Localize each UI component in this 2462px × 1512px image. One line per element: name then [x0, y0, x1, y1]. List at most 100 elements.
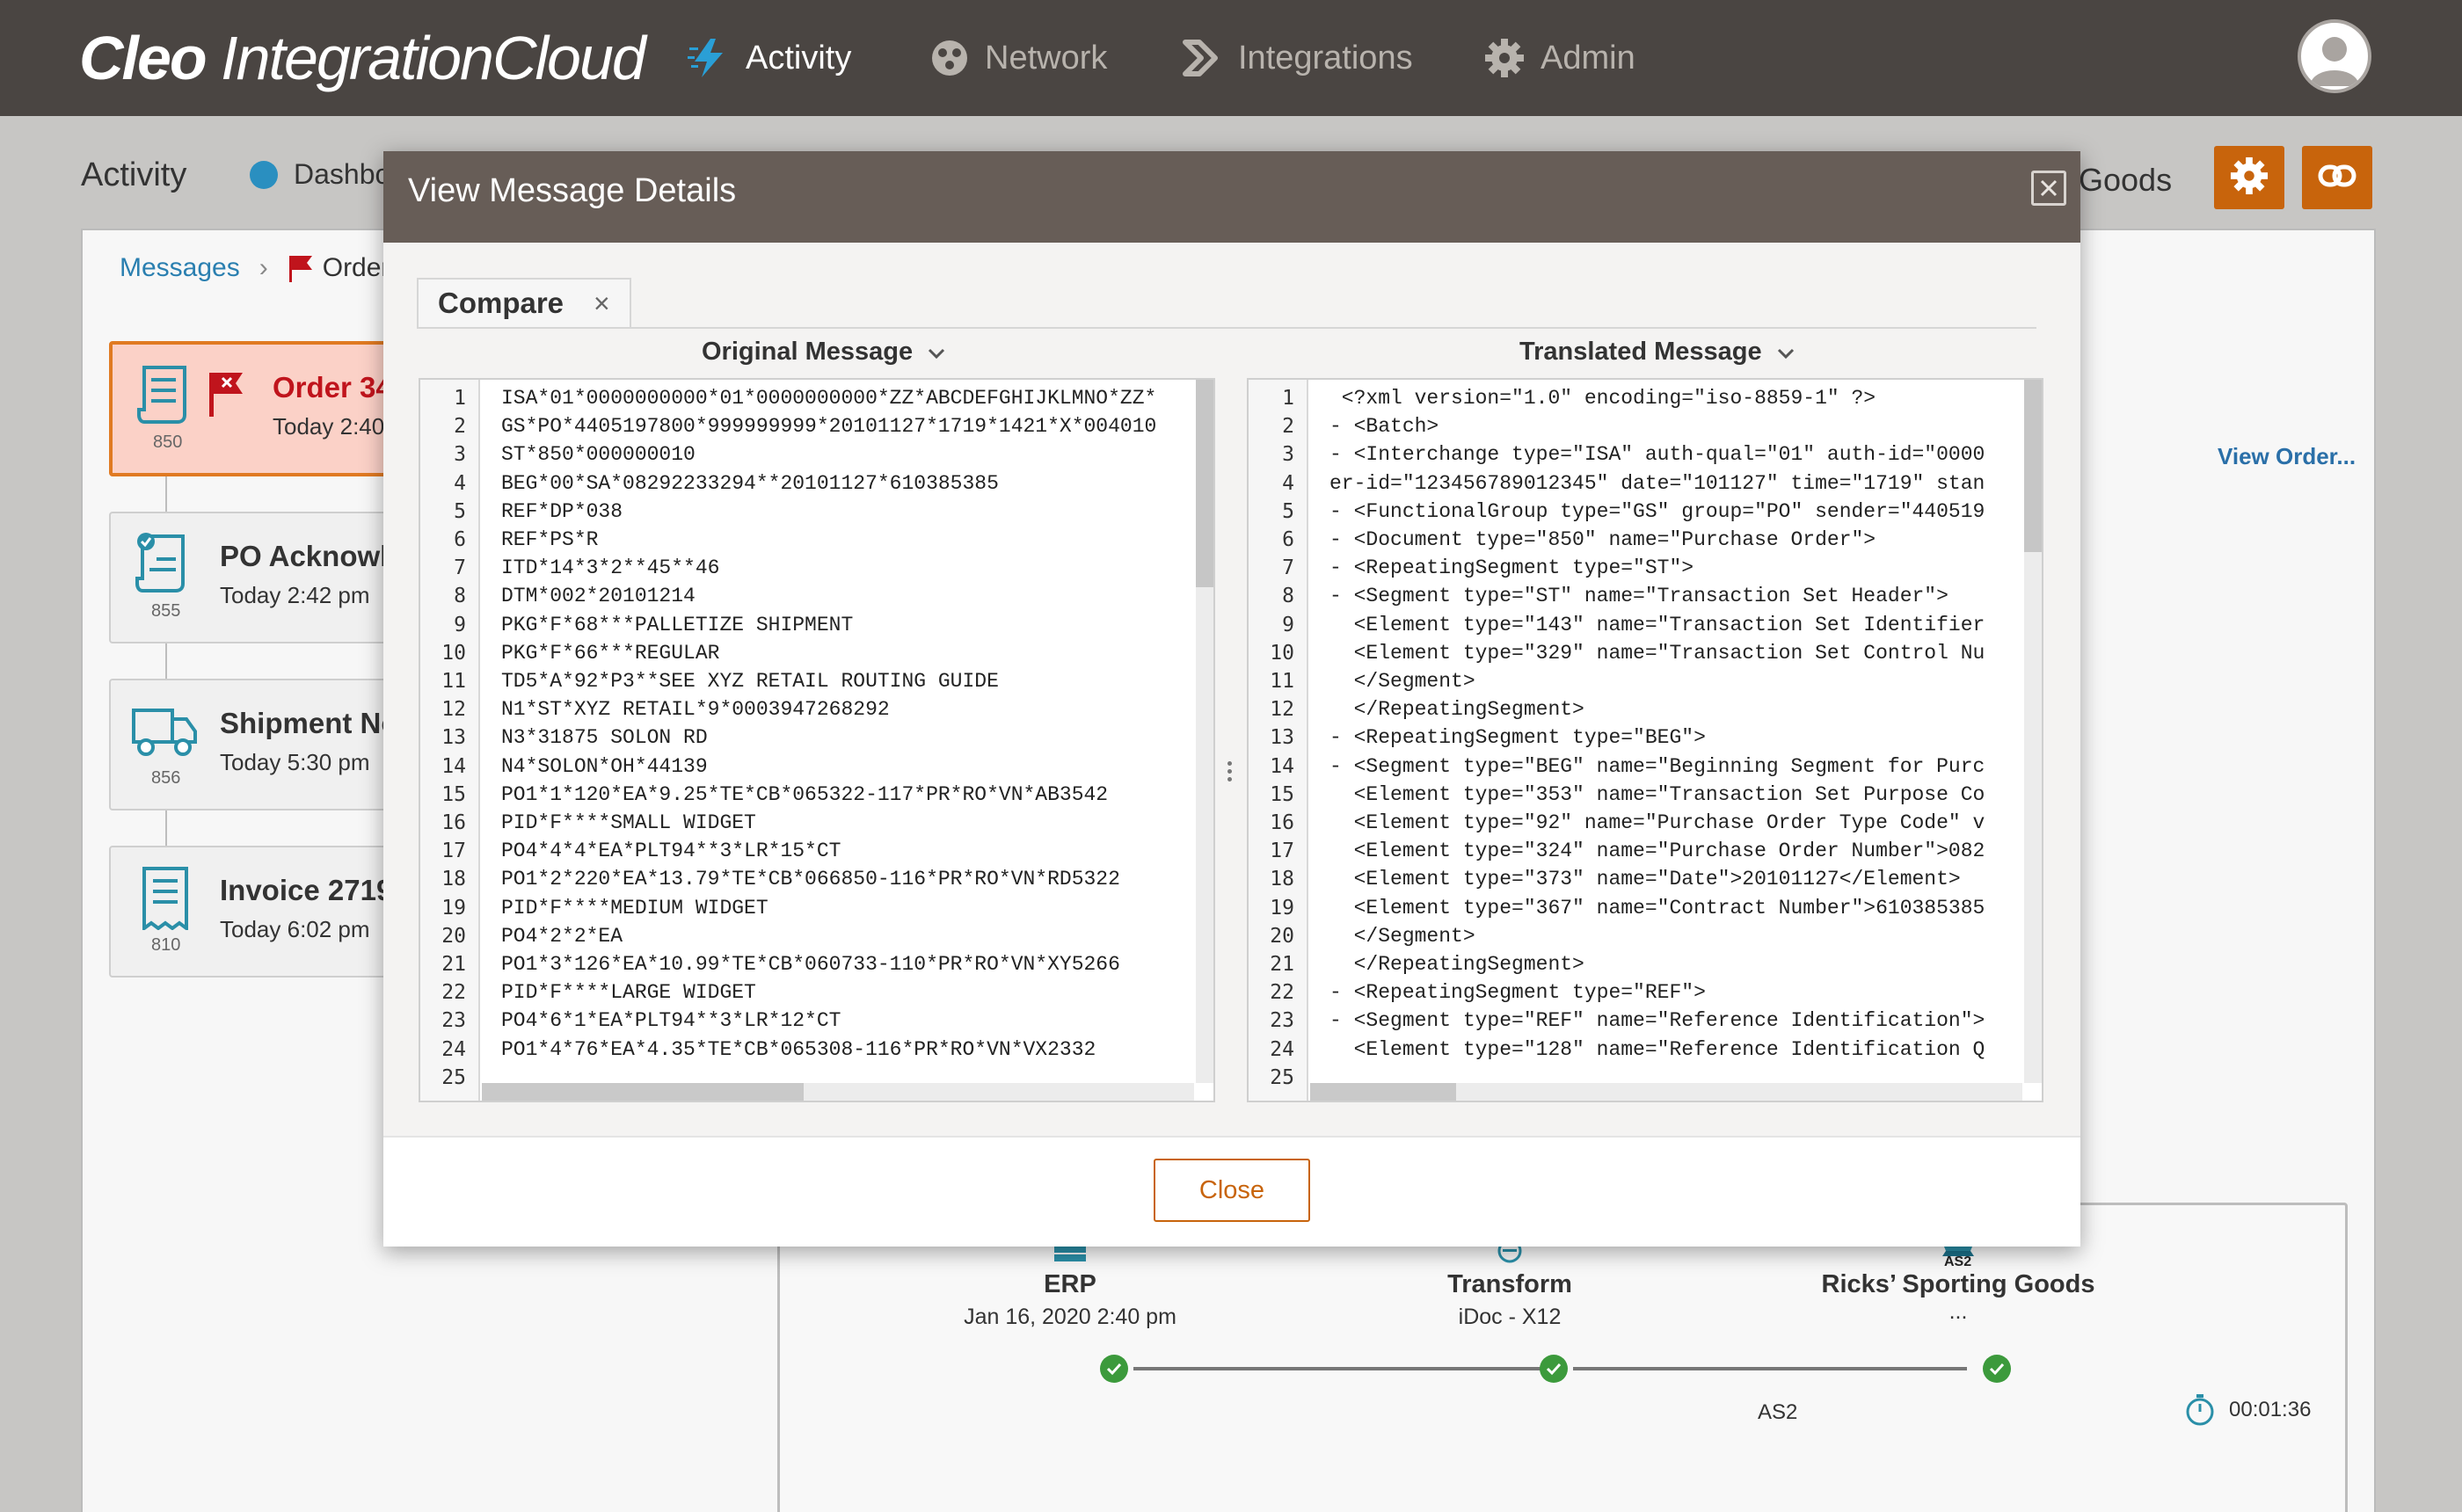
line-number: 2: [454, 415, 466, 439]
line-number: 7: [1282, 556, 1294, 580]
original-message-selector[interactable]: Original Message: [702, 338, 946, 367]
integrations-chevron-icon: [1182, 39, 1222, 77]
line-number: 9: [1282, 613, 1294, 636]
code-line: - <Segment type="REF" name="Reference Id…: [1329, 1009, 1985, 1033]
code-line: DTM*002*20101214: [501, 585, 696, 608]
nav-admin[interactable]: Admin: [1484, 0, 1635, 116]
line-number: 1: [1282, 387, 1294, 410]
code-line: </RepeatingSegment>: [1329, 953, 1584, 976]
line-number: 16: [1270, 811, 1294, 834]
nav-network[interactable]: Network: [930, 0, 1107, 116]
line-number: 23: [441, 1009, 466, 1033]
vertical-scrollbar[interactable]: [2024, 380, 2042, 1083]
code-line: REF*PS*R: [501, 528, 599, 551]
close-icon[interactable]: [2031, 171, 2066, 206]
code-line: PKG*F*68***PALLETIZE SHIPMENT: [501, 613, 854, 636]
translated-message-selector[interactable]: Translated Message: [1519, 338, 1796, 367]
code-line: N4*SOLON*OH*44139: [501, 754, 708, 778]
code-line: <Element type="143" name="Transaction Se…: [1329, 613, 1985, 636]
code-line: PID*F****LARGE WIDGET: [501, 981, 756, 1005]
code-line: er-id="123456789012345" date="101127" ti…: [1329, 471, 1985, 495]
code-line: <Element type="367" name="Contract Numbe…: [1329, 896, 1985, 920]
dialog-header: View Message Details: [383, 151, 2080, 243]
code-line: - <FunctionalGroup type="GS" group="PO" …: [1329, 499, 1985, 523]
code-line: PO1*4*76*EA*4.35*TE*CB*065308-116*PR*RO*…: [501, 1037, 1096, 1061]
line-number: 7: [454, 556, 466, 580]
scrollbar-thumb[interactable]: [1196, 380, 1213, 587]
line-number: 23: [1270, 1009, 1294, 1033]
code-line: <Element type="324" name="Purchase Order…: [1329, 840, 1985, 863]
translated-message-editor[interactable]: 1 2 3 4 5 6 7 8 9 10 11 12 13 14 15 16 17 18 19 20 21 22 23 24 2…: [1247, 378, 2043, 1102]
nav-integrations-label: Integrations: [1238, 39, 1413, 76]
line-number: 8: [454, 585, 466, 608]
view-message-details-dialog: View Message Details Compare × Original …: [383, 151, 2080, 1247]
line-number: 15: [1270, 782, 1294, 806]
app-logo[interactable]: Cleo IntegrationCloud: [79, 23, 646, 93]
tab-compare[interactable]: Compare ×: [417, 278, 631, 327]
scrollbar-thumb[interactable]: [1310, 1083, 1456, 1101]
original-message-editor[interactable]: 1 2 3 4 5 6 7 8 9 10 11 12 13 14 15 16 17 18 19 20 21 22 23 24 2…: [419, 378, 1215, 1102]
code-line: PID*F****SMALL WIDGET: [501, 811, 756, 834]
line-number: 6: [1282, 528, 1294, 551]
line-number: 22: [1270, 981, 1294, 1005]
network-icon: [930, 39, 969, 77]
line-number: 10: [1270, 641, 1294, 665]
dialog-footer: Close: [383, 1136, 2080, 1247]
tab-compare-label: Compare: [438, 287, 565, 319]
line-number: 18: [1270, 868, 1294, 891]
code-line: - <RepeatingSegment type="ST">: [1329, 556, 1694, 580]
line-number: 24: [441, 1037, 466, 1061]
code-line: <Element type="128" name="Reference Iden…: [1329, 1037, 1985, 1061]
line-number: 5: [1282, 499, 1294, 523]
nav-activity[interactable]: Activity: [688, 0, 851, 116]
code-line: - <Interchange type="ISA" auth-qual="01"…: [1329, 443, 1985, 467]
code-line: ITD*14*3*2**45**46: [501, 556, 720, 580]
code-line: GS*PO*4405197800*999999999*20101127*1719…: [501, 415, 1157, 439]
code-line: - <Document type="850" name="Purchase Or…: [1329, 528, 1876, 551]
line-number: 18: [441, 868, 466, 891]
code-line: PKG*F*66***REGULAR: [501, 641, 720, 665]
user-avatar-icon[interactable]: [2298, 19, 2371, 93]
line-number: 11: [1270, 670, 1294, 693]
line-number: 2: [1282, 415, 1294, 439]
chevron-down-icon: [927, 338, 946, 367]
line-number: 4: [1282, 471, 1294, 495]
code-line: PID*F****MEDIUM WIDGET: [501, 896, 768, 920]
code-line: - <Segment type="BEG" name="Beginning Se…: [1329, 754, 1985, 778]
horizontal-scrollbar[interactable]: [482, 1083, 1194, 1101]
original-message-header: Original Message: [702, 338, 914, 366]
pane-splitter-handle[interactable]: [1227, 758, 1235, 793]
line-number: 19: [1270, 896, 1294, 920]
code-line: ST*850*000000010: [501, 443, 696, 467]
line-number: 24: [1270, 1037, 1294, 1061]
line-number: 11: [441, 670, 466, 693]
code-line: PO4*6*1*EA*PLT94**3*LR*12*CT: [501, 1009, 841, 1033]
vertical-scrollbar[interactable]: [1196, 380, 1213, 1083]
nav-integrations[interactable]: Integrations: [1182, 0, 1413, 116]
code-line: PO4*2*2*EA: [501, 924, 623, 948]
line-number: 20: [1270, 924, 1294, 948]
gear-icon: [1484, 38, 1525, 78]
code-line: </RepeatingSegment>: [1329, 698, 1584, 722]
close-tab-icon[interactable]: ×: [594, 287, 610, 320]
line-number-gutter: 1 2 3 4 5 6 7 8 9 10 11 12 13 14 15 16 17 18 19 20 21 22 23 24 2…: [420, 380, 480, 1101]
code-line: <Element type="329" name="Transaction Se…: [1329, 641, 1985, 665]
code-line: - <Segment type="ST" name="Transaction S…: [1329, 585, 1948, 608]
dialog-title: View Message Details: [408, 172, 737, 209]
horizontal-scrollbar[interactable]: [1310, 1083, 2022, 1101]
line-number: 1: [454, 387, 466, 410]
line-number: 19: [441, 896, 466, 920]
line-number: 3: [454, 443, 466, 467]
line-number: 13: [441, 726, 466, 750]
code-line: PO1*1*120*EA*9.25*TE*CB*065322-117*PR*RO…: [501, 782, 1109, 806]
chevron-down-icon: [1776, 338, 1796, 367]
line-number: 6: [454, 528, 466, 551]
line-number: 25: [441, 1065, 466, 1089]
code-line: PO1*2*220*EA*13.79*TE*CB*066850-116*PR*R…: [501, 868, 1120, 891]
code-line: PO1*3*126*EA*10.99*TE*CB*060733-110*PR*R…: [501, 953, 1120, 976]
scrollbar-thumb[interactable]: [482, 1083, 804, 1101]
close-button[interactable]: Close: [1154, 1159, 1310, 1222]
code-line: <Element type="92" name="Purchase Order …: [1329, 811, 1985, 834]
scrollbar-thumb[interactable]: [2024, 380, 2042, 552]
line-number: 8: [1282, 585, 1294, 608]
